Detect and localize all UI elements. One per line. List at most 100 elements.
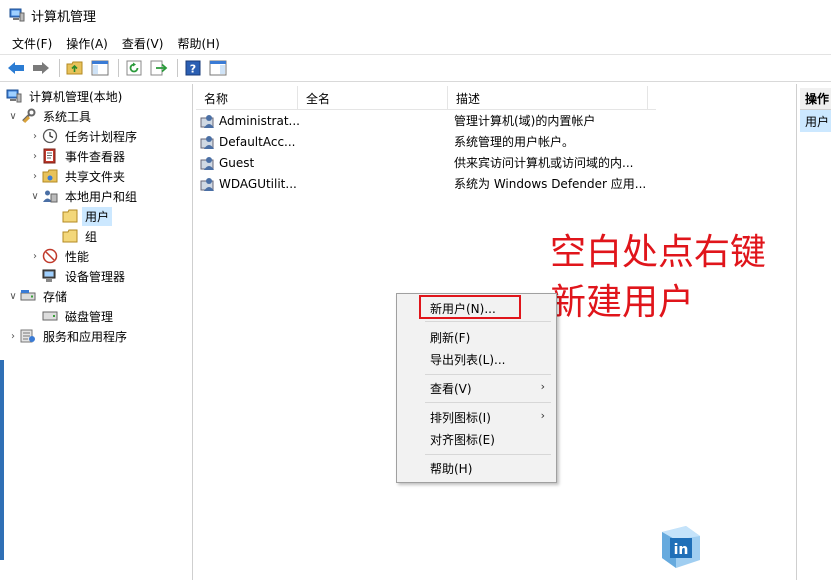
chevron-right-icon[interactable]: › — [6, 326, 20, 346]
annotation-line-1: 空白处点右键 — [550, 232, 767, 273]
device-manager-icon — [42, 269, 56, 282]
tree-item-disk-management[interactable]: 磁盘管理 — [42, 306, 116, 326]
services-icon — [20, 329, 35, 343]
tree-item-task-scheduler[interactable]: › 任务计划程序 — [28, 126, 140, 146]
chevron-right-icon[interactable]: › — [28, 126, 42, 146]
actions-header: 操作 — [800, 88, 831, 110]
context-menu-export-list[interactable]: 导出列表(L)... — [398, 348, 555, 370]
help-icon: ? — [185, 60, 201, 76]
computer-management-icon — [9, 8, 25, 22]
menu-help[interactable]: 帮助(H) — [171, 33, 225, 54]
event-viewer-icon — [43, 148, 56, 164]
properties-pane-icon — [209, 60, 227, 76]
context-menu-arrange-label: 排列图标(I) — [430, 410, 491, 425]
chevron-down-icon[interactable]: ∨ — [6, 106, 20, 126]
user-icon — [200, 114, 214, 128]
show-hide-tree-button[interactable] — [89, 57, 111, 79]
column-header-name[interactable]: 名称 — [196, 86, 298, 110]
annotation-line-2: 新建用户 — [550, 282, 695, 323]
desktop-edge — [0, 360, 4, 560]
menu-separator — [425, 402, 551, 403]
tree-item-groups[interactable]: 组 — [62, 226, 100, 246]
toolbar: ? — [0, 54, 831, 82]
system-tools-icon — [22, 108, 36, 124]
annotation-text: 空白处点右键 新建用户 — [550, 228, 766, 328]
context-menu-refresh[interactable]: 刷新(F) — [398, 326, 555, 348]
user-row[interactable]: Administrat... 管理计算机(域)的内置帐户 — [200, 110, 595, 131]
context-menu-view-label: 查看(V) — [430, 381, 472, 396]
storage-icon — [20, 290, 36, 301]
console-tree: 计算机管理(本地) ∨ 系统工具 › 任务计划程序 › 事件查看器 › 共享文件… — [0, 84, 193, 580]
back-arrow-icon — [8, 62, 24, 74]
context-menu: 新用户(N)... 刷新(F) 导出列表(L)... 查看(V) › 排列图标(… — [396, 293, 557, 483]
shared-folder-icon — [42, 169, 58, 183]
clock-icon — [42, 128, 58, 144]
help-button[interactable]: ? — [182, 57, 204, 79]
user-row[interactable]: Guest 供来宾访问计算机或访问域的内... — [200, 152, 633, 173]
chevron-right-icon[interactable]: › — [28, 166, 42, 186]
chevron-right-icon: › — [540, 409, 545, 422]
context-menu-help[interactable]: 帮助(H) — [398, 457, 555, 479]
disk-icon — [42, 311, 58, 321]
user-icon — [200, 135, 214, 149]
watermark-text: in — [674, 542, 689, 558]
context-menu-arrange-icons[interactable]: 排列图标(I) › — [398, 406, 555, 428]
menu-bar: 文件(F) 操作(A) 查看(V) 帮助(H) — [0, 32, 831, 54]
actions-pane: 操作 用户 — [796, 84, 831, 580]
tree-item-computer-management[interactable]: 计算机管理(本地) — [6, 86, 125, 106]
up-folder-icon — [66, 61, 83, 75]
chevron-right-icon: › — [540, 380, 545, 393]
toolbar-separator — [59, 59, 60, 77]
toolbar-separator — [177, 59, 178, 77]
action-pane-button[interactable] — [207, 57, 229, 79]
tree-item-storage[interactable]: ∨ 存储 — [6, 286, 70, 306]
column-header-description[interactable]: 描述 — [448, 86, 648, 110]
tree-item-performance[interactable]: › 性能 — [28, 246, 92, 266]
chevron-right-icon[interactable]: › — [28, 246, 42, 266]
refresh-button[interactable] — [123, 57, 145, 79]
menu-action[interactable]: 操作(A) — [60, 33, 114, 54]
toolbar-separator — [118, 59, 119, 77]
tree-item-services-applications[interactable]: › 服务和应用程序 — [6, 326, 130, 346]
computer-management-icon — [6, 89, 22, 103]
actions-section-users[interactable]: 用户 — [800, 110, 831, 132]
title-bar: 计算机管理 — [0, 0, 831, 30]
menu-view[interactable]: 查看(V) — [116, 33, 170, 54]
user-row[interactable]: DefaultAcc... 系统管理的用户帐户。 — [200, 131, 574, 152]
folder-icon — [62, 209, 78, 223]
export-list-button[interactable] — [148, 57, 170, 79]
list-header: 名称 全名 描述 — [196, 86, 656, 110]
tree-item-event-viewer[interactable]: › 事件查看器 — [28, 146, 128, 166]
svg-text:?: ? — [190, 63, 196, 76]
tree-item-users[interactable]: 用户 — [62, 206, 113, 226]
users-group-icon — [43, 190, 58, 203]
up-level-button[interactable] — [64, 57, 86, 79]
folder-icon — [62, 229, 78, 243]
user-icon — [200, 156, 214, 170]
menu-separator — [425, 454, 551, 455]
chevron-down-icon[interactable]: ∨ — [6, 286, 20, 306]
user-icon — [200, 177, 214, 191]
tree-item-system-tools[interactable]: ∨ 系统工具 — [6, 106, 94, 126]
chevron-down-icon[interactable]: ∨ — [28, 186, 42, 206]
refresh-icon — [126, 60, 142, 76]
back-button[interactable] — [5, 57, 27, 79]
performance-icon — [42, 248, 58, 264]
menu-file[interactable]: 文件(F) — [6, 33, 58, 54]
menu-separator — [425, 321, 551, 322]
context-menu-view[interactable]: 查看(V) › — [398, 377, 555, 399]
tree-item-shared-folders[interactable]: › 共享文件夹 — [28, 166, 128, 186]
watermark-logo: in — [662, 526, 700, 568]
chevron-right-icon[interactable]: › — [28, 146, 42, 166]
highlight-box — [419, 295, 521, 319]
context-menu-line-up-icons[interactable]: 对齐图标(E) — [398, 428, 555, 450]
menu-separator — [425, 374, 551, 375]
column-header-fullname[interactable]: 全名 — [298, 86, 448, 110]
forward-button[interactable] — [30, 57, 52, 79]
forward-arrow-icon — [33, 62, 49, 74]
export-list-icon — [150, 60, 168, 76]
tree-item-local-users-groups[interactable]: ∨ 本地用户和组 — [28, 186, 140, 206]
show-hide-tree-icon — [91, 60, 109, 76]
tree-item-device-manager[interactable]: 设备管理器 — [42, 266, 128, 286]
user-row[interactable]: WDAGUtilit... 系统为 Windows Defender 应用... — [200, 173, 646, 194]
